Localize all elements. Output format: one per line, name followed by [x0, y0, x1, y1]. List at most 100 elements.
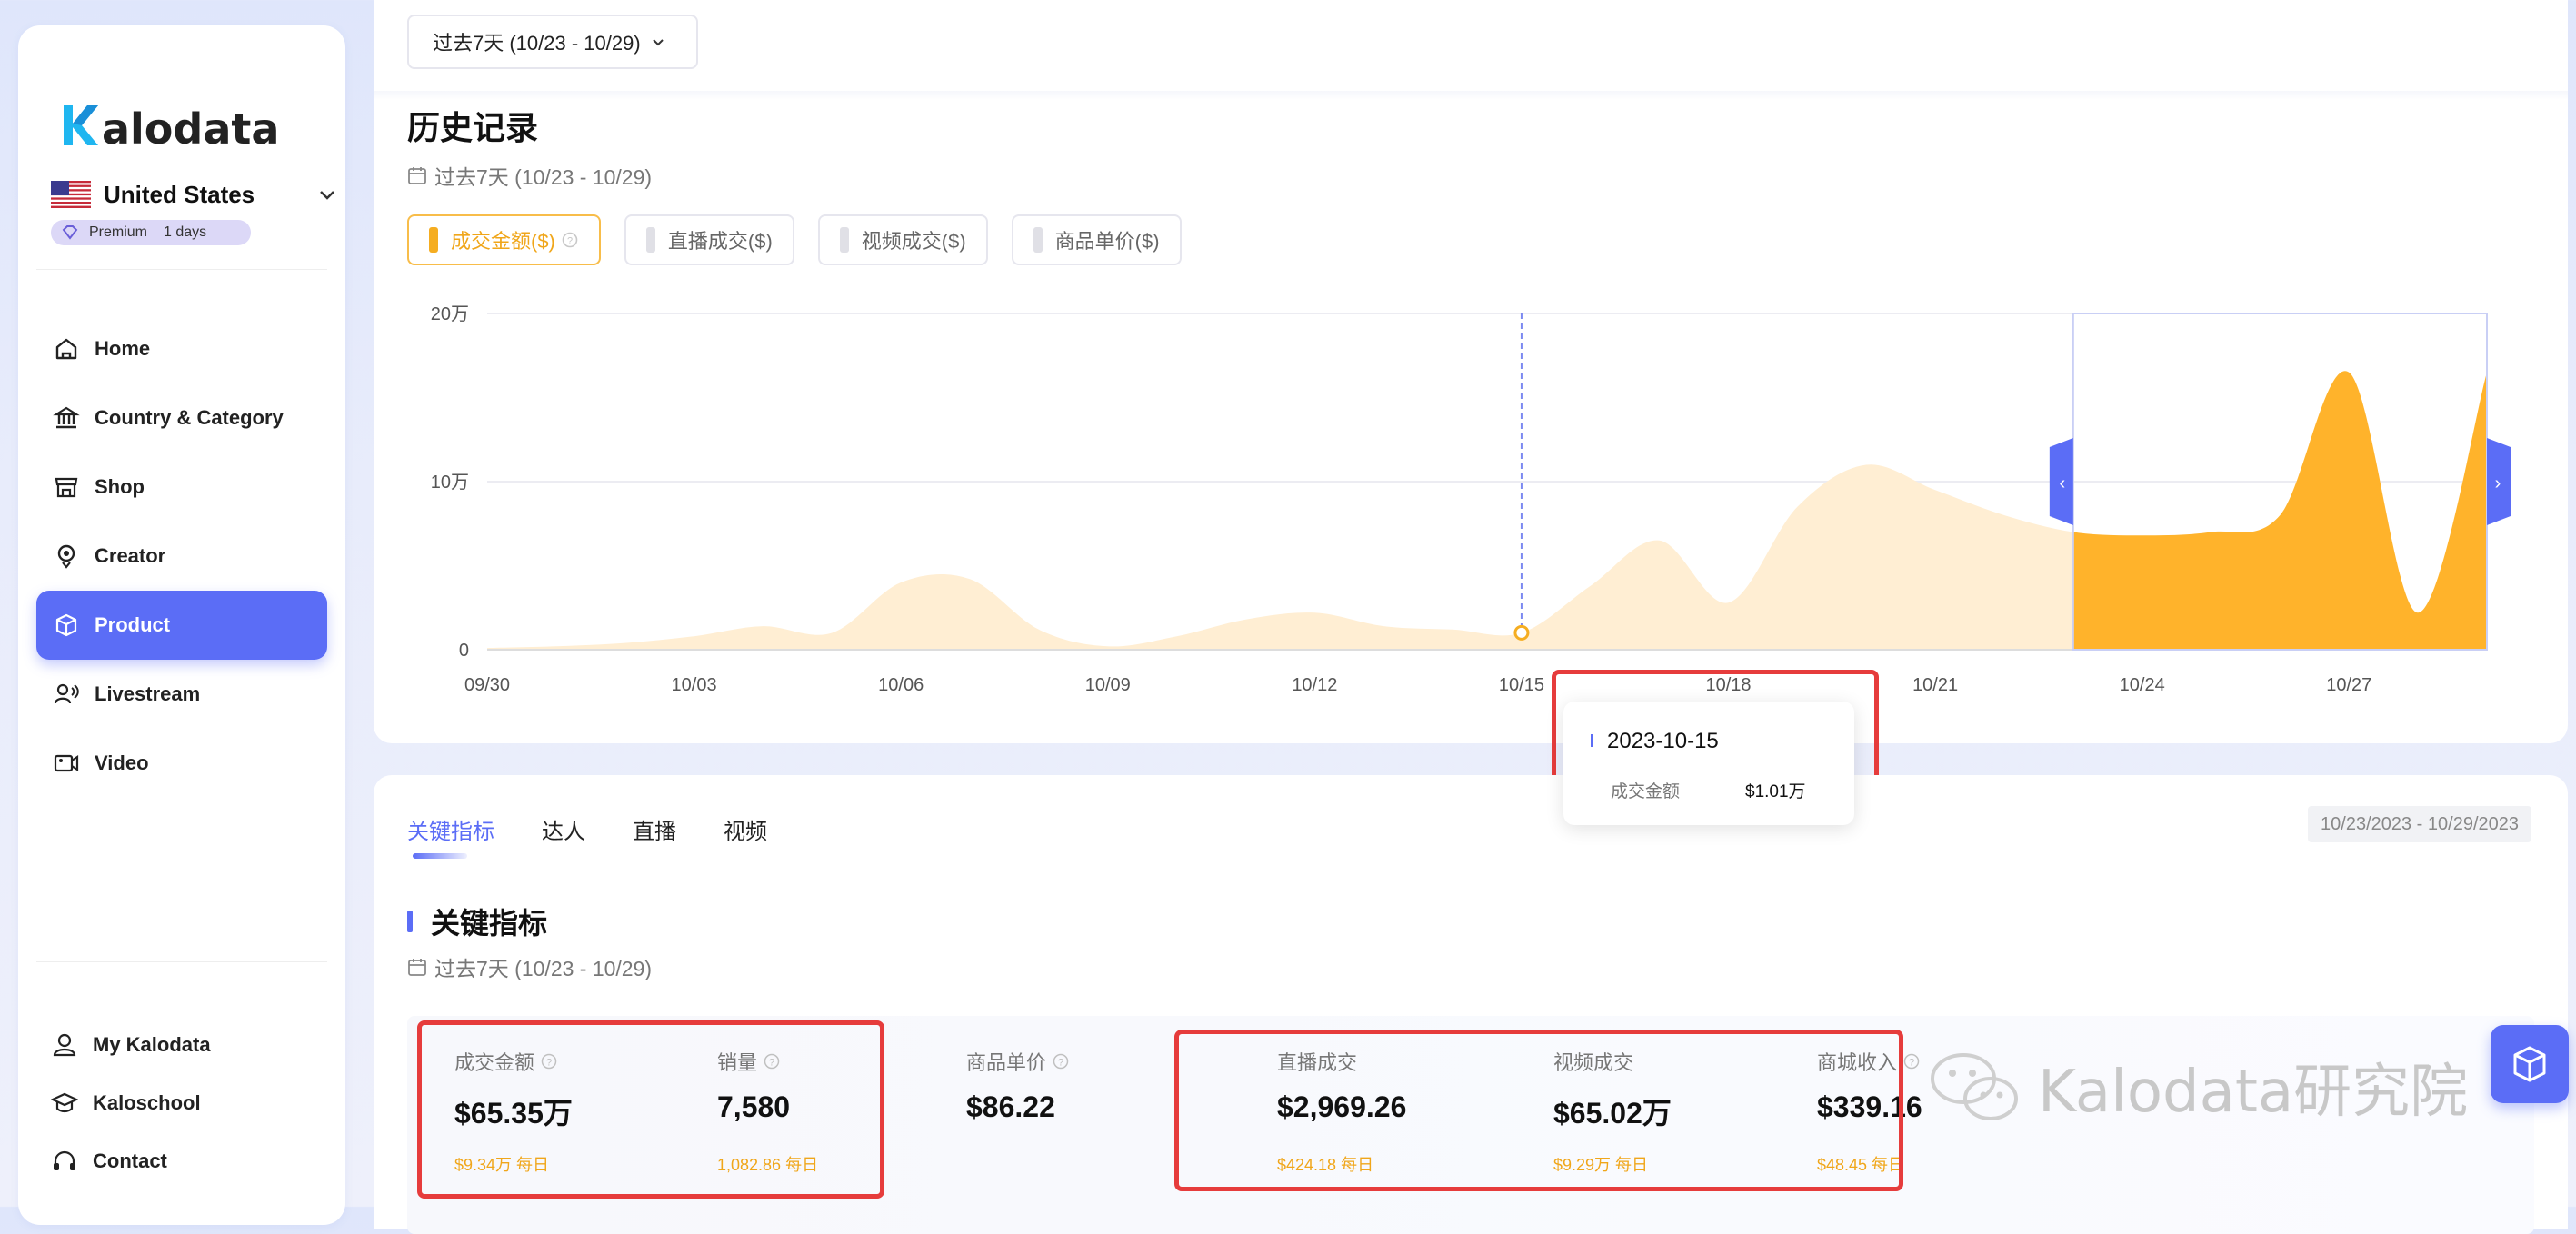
help-icon[interactable]: ? — [1902, 1052, 1921, 1070]
premium-badge: Premium 1 days — [51, 220, 251, 245]
main-nav: Home Country & Category Shop Creator Pro… — [36, 314, 327, 798]
kalodata-logo[interactable]: alodata — [60, 98, 333, 153]
x-tick-label: 10/12 — [1292, 675, 1337, 695]
brush-handle-left-arrow: ‹ — [2059, 473, 2065, 493]
x-tick-label: 10/06 — [878, 675, 924, 695]
divider — [36, 269, 327, 270]
kpi-label-text: 销量 — [717, 1051, 758, 1074]
date-range-dropdown[interactable]: 过去7天 (10/23 - 10/29) — [407, 15, 698, 69]
svg-text:?: ? — [769, 1058, 774, 1069]
kpi-section-title: 关键指标 — [407, 901, 547, 942]
tab-key-metrics[interactable]: 关键指标 — [407, 813, 494, 859]
nav-item-shop[interactable]: Shop — [36, 453, 327, 522]
nav-label: Contact — [93, 1149, 167, 1172]
tab-livestream[interactable]: 直播 — [633, 813, 676, 845]
kpi-card: 关键指标 达人 直播 视频 10/23/2023 - 10/29/2023 关键… — [374, 775, 2568, 1234]
livestream-icon — [54, 683, 79, 704]
metric-tab-gmv[interactable]: 成交金额($) ? — [407, 214, 601, 265]
x-tick-label: 10/18 — [1705, 675, 1751, 695]
nav-item-creator[interactable]: Creator — [36, 522, 327, 591]
nav-label: Country & Category — [95, 406, 284, 429]
date-range-badge: 10/23/2023 - 10/29/2023 — [2308, 806, 2531, 842]
tooltip-label: 成交金额 — [1611, 782, 1681, 801]
shop-icon — [55, 477, 78, 498]
bottom-nav: My Kalodata Kaloschool Contact — [51, 1016, 324, 1190]
y-tick-label: 20万 — [431, 304, 469, 324]
kpi-value: $65.02万 — [1553, 1097, 1672, 1130]
chevron-down-icon — [320, 191, 334, 200]
history-card: 过去7天 (10/23 - 10/29) 历史记录 过去7天 (10/23 - … — [374, 0, 2568, 743]
series-swatch — [429, 227, 438, 253]
logo-mark: alodata — [64, 104, 279, 153]
tooltip-date: 2023-10-15 — [1607, 729, 1719, 753]
brush-handle-right-arrow: › — [2495, 473, 2501, 493]
nav-item-home[interactable]: Home — [36, 314, 327, 383]
tab-creators[interactable]: 达人 — [542, 813, 585, 845]
help-icon[interactable]: ? — [763, 1052, 781, 1070]
nav-label: Shop — [95, 475, 145, 498]
title-accent-bar — [407, 911, 413, 932]
nav-label: Livestream — [95, 682, 201, 705]
kpi-label: 销量? — [717, 1047, 781, 1076]
history-title: 历史记录 — [407, 109, 539, 146]
nav-item-kaloschool[interactable]: Kaloschool — [51, 1074, 324, 1132]
svg-text:alodata: alodata — [102, 104, 279, 153]
kpi-daily: $48.45 每日 — [1817, 1156, 1905, 1174]
kpi-date: 过去7天 (10/23 - 10/29) — [407, 951, 652, 982]
divider — [36, 961, 327, 962]
metric-tab-video[interactable]: 视频成交($) — [817, 214, 988, 265]
history-date: 过去7天 (10/23 - 10/29) — [407, 160, 652, 191]
chevron-down-icon — [652, 39, 664, 46]
nav-label: Video — [95, 751, 149, 774]
kpi-value: $339.16 — [1817, 1090, 1922, 1123]
kpi-label-text: 商城收入 — [1817, 1051, 1898, 1074]
nav-item-livestream[interactable]: Livestream — [36, 660, 327, 729]
kpi-label: 商城收入? — [1817, 1047, 1921, 1076]
floating-box-button[interactable] — [2491, 1025, 2569, 1103]
kpi-daily: $9.34万 每日 — [454, 1156, 550, 1174]
x-tick-label: 10/03 — [672, 675, 717, 695]
help-icon[interactable]: ? — [1052, 1052, 1070, 1070]
country-selector[interactable]: United States — [51, 173, 338, 216]
metric-tab-label: 直播成交($) — [667, 230, 773, 253]
nav-item-contact[interactable]: Contact — [51, 1132, 324, 1190]
help-icon[interactable]: ? — [561, 231, 579, 249]
help-icon[interactable]: ? — [540, 1052, 558, 1070]
kpi-value: $86.22 — [966, 1090, 1055, 1123]
metric-tab-live[interactable]: 直播成交($) — [624, 214, 794, 265]
nav-item-my-kalodata[interactable]: My Kalodata — [51, 1016, 324, 1074]
tooltip-marker — [1591, 734, 1593, 747]
history-area-chart[interactable]: 20万 10万 0 ‹ › 09/30 10/03 10/06 10/09 10/12 10/15 1… — [374, 291, 2568, 709]
user-icon — [53, 1033, 76, 1057]
chart-tooltip: 2023-10-15 成交金额 $1.01万 — [1563, 702, 1854, 825]
series-swatch — [645, 227, 655, 253]
metric-tabs: 成交金额($) ? 直播成交($) 视频成交($) 商品单价($) — [407, 214, 1182, 265]
metric-tab-unit-price[interactable]: 商品单价($) — [1011, 214, 1182, 265]
watermark-text: Kalodata研究院 — [2038, 1059, 2469, 1126]
cube-icon — [2513, 1046, 2546, 1082]
tab-video[interactable]: 视频 — [724, 813, 767, 845]
wechat-logo-icon — [1931, 1053, 2018, 1120]
metric-tab-label: 视频成交($) — [861, 230, 966, 253]
date-range-label: 过去7天 (10/23 - 10/29) — [433, 32, 641, 55]
nav-item-product[interactable]: Product — [36, 591, 327, 660]
video-icon — [54, 754, 79, 772]
header-divider — [374, 91, 2568, 100]
series-swatch — [839, 227, 849, 253]
svg-text:?: ? — [546, 1058, 552, 1069]
kpi-value: 7,580 — [717, 1090, 791, 1123]
x-tick-label: 10/21 — [1912, 675, 1958, 695]
kpi-label-text: 商品单价 — [966, 1051, 1047, 1074]
nav-item-country-category[interactable]: Country & Category — [36, 383, 327, 453]
detail-tabs: 关键指标 达人 直播 视频 — [407, 813, 767, 859]
home-icon — [55, 338, 77, 360]
area-series-selected — [2072, 371, 2487, 650]
nav-label: Home — [95, 337, 151, 360]
kpi-label-text: 直播成交 — [1277, 1051, 1358, 1074]
nav-item-video[interactable]: Video — [36, 729, 327, 798]
y-tick-label: 10万 — [431, 473, 469, 493]
svg-text:?: ? — [1058, 1058, 1063, 1069]
tooltip-value: $1.01万 — [1745, 782, 1806, 801]
series-swatch — [1033, 227, 1043, 253]
premium-days: 1 days — [164, 224, 207, 240]
